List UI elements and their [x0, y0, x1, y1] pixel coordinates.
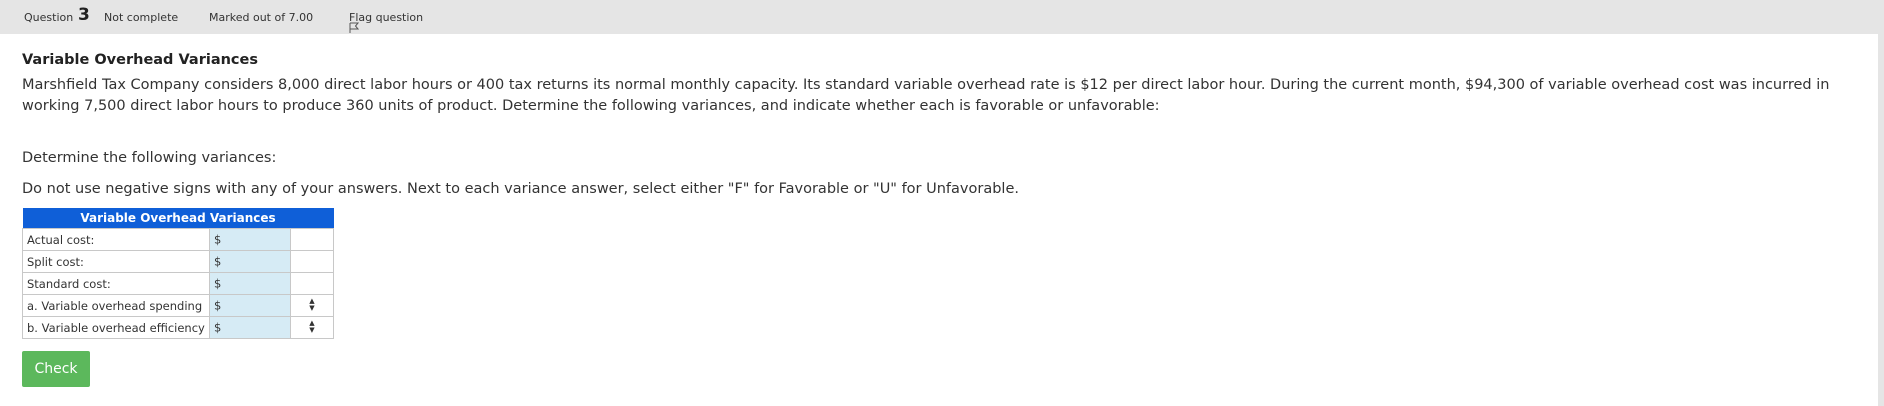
instruction-signs: Do not use negative signs with any of yo…: [22, 181, 1019, 197]
table-row: Split cost: $: [22, 250, 334, 273]
check-button[interactable]: Check: [22, 351, 90, 387]
empty-cell: [290, 272, 334, 295]
question-state: Not complete: [104, 11, 179, 24]
actual-cost-input[interactable]: [223, 230, 282, 249]
currency-symbol: $: [214, 276, 222, 290]
question-text: Marshfield Tax Company considers 8,000 d…: [22, 77, 1830, 114]
right-border: [1878, 0, 1884, 406]
efficiency-variance-input[interactable]: [223, 318, 282, 337]
table-row: a. Variable overhead spending $ ▲ ▼: [22, 294, 334, 317]
standard-cost-input-cell[interactable]: $: [209, 272, 291, 295]
select-arrows-icon: ▲ ▼: [309, 319, 315, 334]
row-label-split-cost: Split cost:: [22, 250, 210, 273]
spending-variance-input-cell[interactable]: $: [209, 294, 291, 317]
variances-table: Variable Overhead Variances Actual cost:…: [22, 208, 334, 339]
empty-cell: [290, 250, 334, 273]
split-cost-input-cell[interactable]: $: [209, 250, 291, 273]
table-row: b. Variable overhead efficiency $ ▲ ▼: [22, 316, 334, 339]
question-number: 3: [78, 5, 90, 25]
split-cost-input[interactable]: [223, 252, 282, 271]
row-label-standard-cost: Standard cost:: [22, 272, 210, 295]
row-label-efficiency-variance: b. Variable overhead efficiency: [22, 316, 210, 339]
currency-symbol: $: [214, 320, 222, 334]
currency-symbol: $: [214, 298, 222, 312]
spending-fu-select[interactable]: ▲ ▼: [290, 294, 334, 317]
efficiency-fu-select[interactable]: ▲ ▼: [290, 316, 334, 339]
instruction-determine: Determine the following variances:: [22, 150, 277, 166]
table-header: Variable Overhead Variances: [22, 208, 334, 229]
table-row: Standard cost: $: [22, 272, 334, 295]
empty-cell: [290, 228, 334, 251]
currency-symbol: $: [214, 254, 222, 268]
spending-variance-input[interactable]: [223, 296, 282, 315]
select-arrows-icon: ▲ ▼: [309, 297, 315, 312]
question-label: Question: [24, 11, 74, 24]
question-grade: Marked out of 7.00: [209, 11, 314, 24]
standard-cost-input[interactable]: [223, 274, 282, 293]
table-row: Actual cost: $: [22, 228, 334, 251]
currency-symbol: $: [214, 232, 222, 246]
question-title: Variable Overhead Variances: [22, 52, 258, 68]
actual-cost-input-cell[interactable]: $: [209, 228, 291, 251]
efficiency-variance-input-cell[interactable]: $: [209, 316, 291, 339]
question-info-bar: Question 3 Not complete Marked out of 7.…: [0, 0, 1884, 34]
row-label-actual-cost: Actual cost:: [22, 228, 210, 251]
flag-question-link[interactable]: Flag question: [349, 11, 423, 33]
row-label-spending-variance: a. Variable overhead spending: [22, 294, 210, 317]
